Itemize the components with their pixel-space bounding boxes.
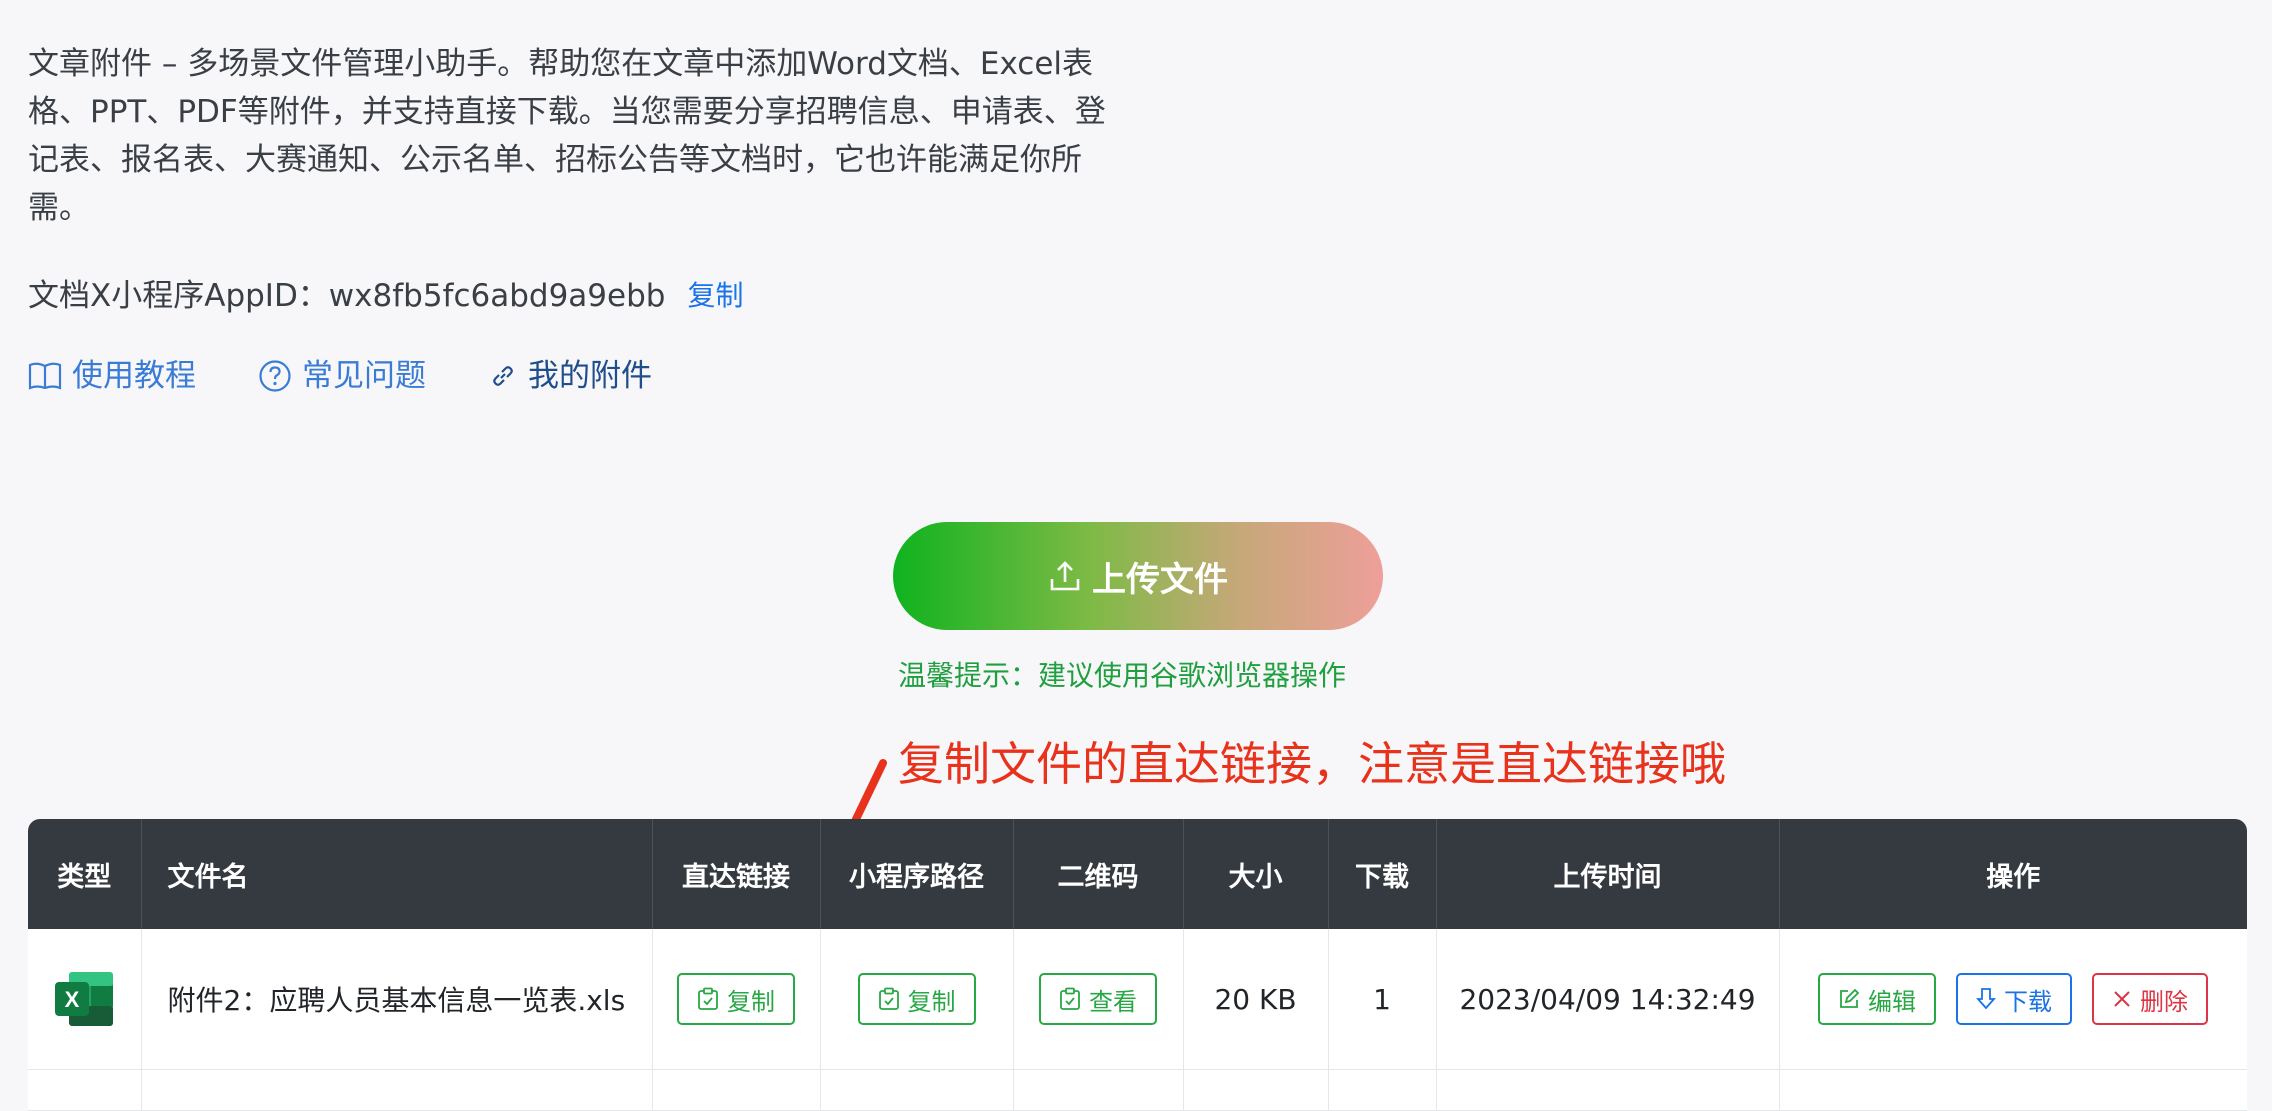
edit-button[interactable]: 编辑	[1818, 973, 1936, 1025]
delete-label: 删除	[2140, 987, 2188, 1016]
view-qrcode-label: 查看	[1089, 987, 1137, 1016]
clipboard-icon	[878, 987, 899, 1010]
upload-label: 上传文件	[1092, 559, 1228, 600]
view-qrcode-button[interactable]: 查看	[1039, 973, 1157, 1025]
copy-mini-path-button[interactable]: 复制	[857, 973, 976, 1025]
tutorial-label: 使用教程	[72, 358, 196, 394]
clipboard-icon	[698, 987, 718, 1010]
col-upload-time: 上传时间	[1436, 819, 1780, 929]
download-button[interactable]: 下载	[1956, 973, 2072, 1025]
upload-time-cell: 2023/04/09 14:32:49	[1436, 929, 1780, 1070]
col-downloads: 下载	[1328, 819, 1437, 929]
col-qrcode: 二维码	[1013, 819, 1184, 929]
col-mini-path: 小程序路径	[820, 819, 1014, 929]
copy-appid-link[interactable]: 复制	[687, 272, 743, 320]
col-actions: 操作	[1779, 819, 2247, 929]
table-row: X 附件2：应聘人员基本信息一览表.xls 复制 复制 查看 20 KB 1 2…	[28, 929, 2247, 1070]
appid-text: 文档X小程序AppID：wx8fb5fc6abd9a9ebb	[28, 278, 666, 314]
copy-direct-link-button[interactable]: 复制	[677, 973, 795, 1025]
browser-tip: 温馨提示：建议使用谷歌浏览器操作	[898, 659, 1347, 692]
col-direct-link: 直达链接	[652, 819, 821, 929]
my-attachments-label: 我的附件	[528, 358, 652, 394]
tutorial-link[interactable]: 使用教程	[28, 352, 196, 400]
excel-icon: X	[55, 972, 114, 1026]
filename-cell: 附件2：应聘人员基本信息一览表.xls	[141, 929, 653, 1070]
svg-text:X: X	[65, 987, 80, 1012]
attachments-table: 类型 文件名 直达链接 小程序路径 二维码 大小 下载 上传时间 操作 X 附件…	[28, 819, 2247, 1111]
download-label: 下载	[2004, 987, 2052, 1016]
close-icon	[2114, 991, 2130, 1007]
annotation-text: 复制文件的直达链接，注意是直达链接哦	[898, 737, 1726, 791]
edit-label: 编辑	[1868, 987, 1916, 1016]
book-icon	[28, 362, 62, 390]
mini-path-cell: 复制	[820, 929, 1014, 1070]
table-row-partial	[28, 1069, 2247, 1111]
copy-direct-link-label: 复制	[727, 987, 775, 1016]
size-cell: 20 KB	[1183, 929, 1329, 1070]
type-cell: X	[28, 929, 142, 1070]
edit-icon	[1840, 988, 1860, 1008]
intro-description: 文章附件 – 多场景文件管理小助手。帮助您在文章中添加Word文档、Excel表…	[28, 46, 1106, 226]
direct-link-cell: 复制	[652, 929, 821, 1070]
col-type: 类型	[28, 819, 142, 929]
actions-cell: 编辑 下载 删除	[1779, 929, 2247, 1070]
clipboard-icon	[1060, 987, 1080, 1010]
upload-file-button[interactable]: 上传文件	[893, 522, 1383, 630]
qrcode-cell: 查看	[1013, 929, 1184, 1070]
link-icon	[493, 366, 513, 386]
copy-mini-path-label: 复制	[907, 987, 956, 1016]
my-attachments-link[interactable]: 我的附件	[488, 352, 652, 400]
question-circle-icon	[259, 360, 291, 392]
col-size: 大小	[1183, 819, 1329, 929]
upload-icon	[1050, 561, 1080, 591]
table-header-row: 类型 文件名 直达链接 小程序路径 二维码 大小 下载 上传时间 操作	[28, 819, 2247, 929]
faq-label: 常见问题	[302, 358, 426, 394]
faq-link[interactable]: 常见问题	[258, 352, 426, 400]
help-links: 使用教程 常见问题 我的附件	[28, 352, 714, 400]
appid-row: 文档X小程序AppID：wx8fb5fc6abd9a9ebb 复制	[28, 272, 743, 320]
download-icon	[1976, 988, 1996, 1010]
delete-button[interactable]: 删除	[2092, 973, 2208, 1025]
downloads-cell: 1	[1328, 929, 1437, 1070]
col-filename: 文件名	[141, 819, 653, 929]
